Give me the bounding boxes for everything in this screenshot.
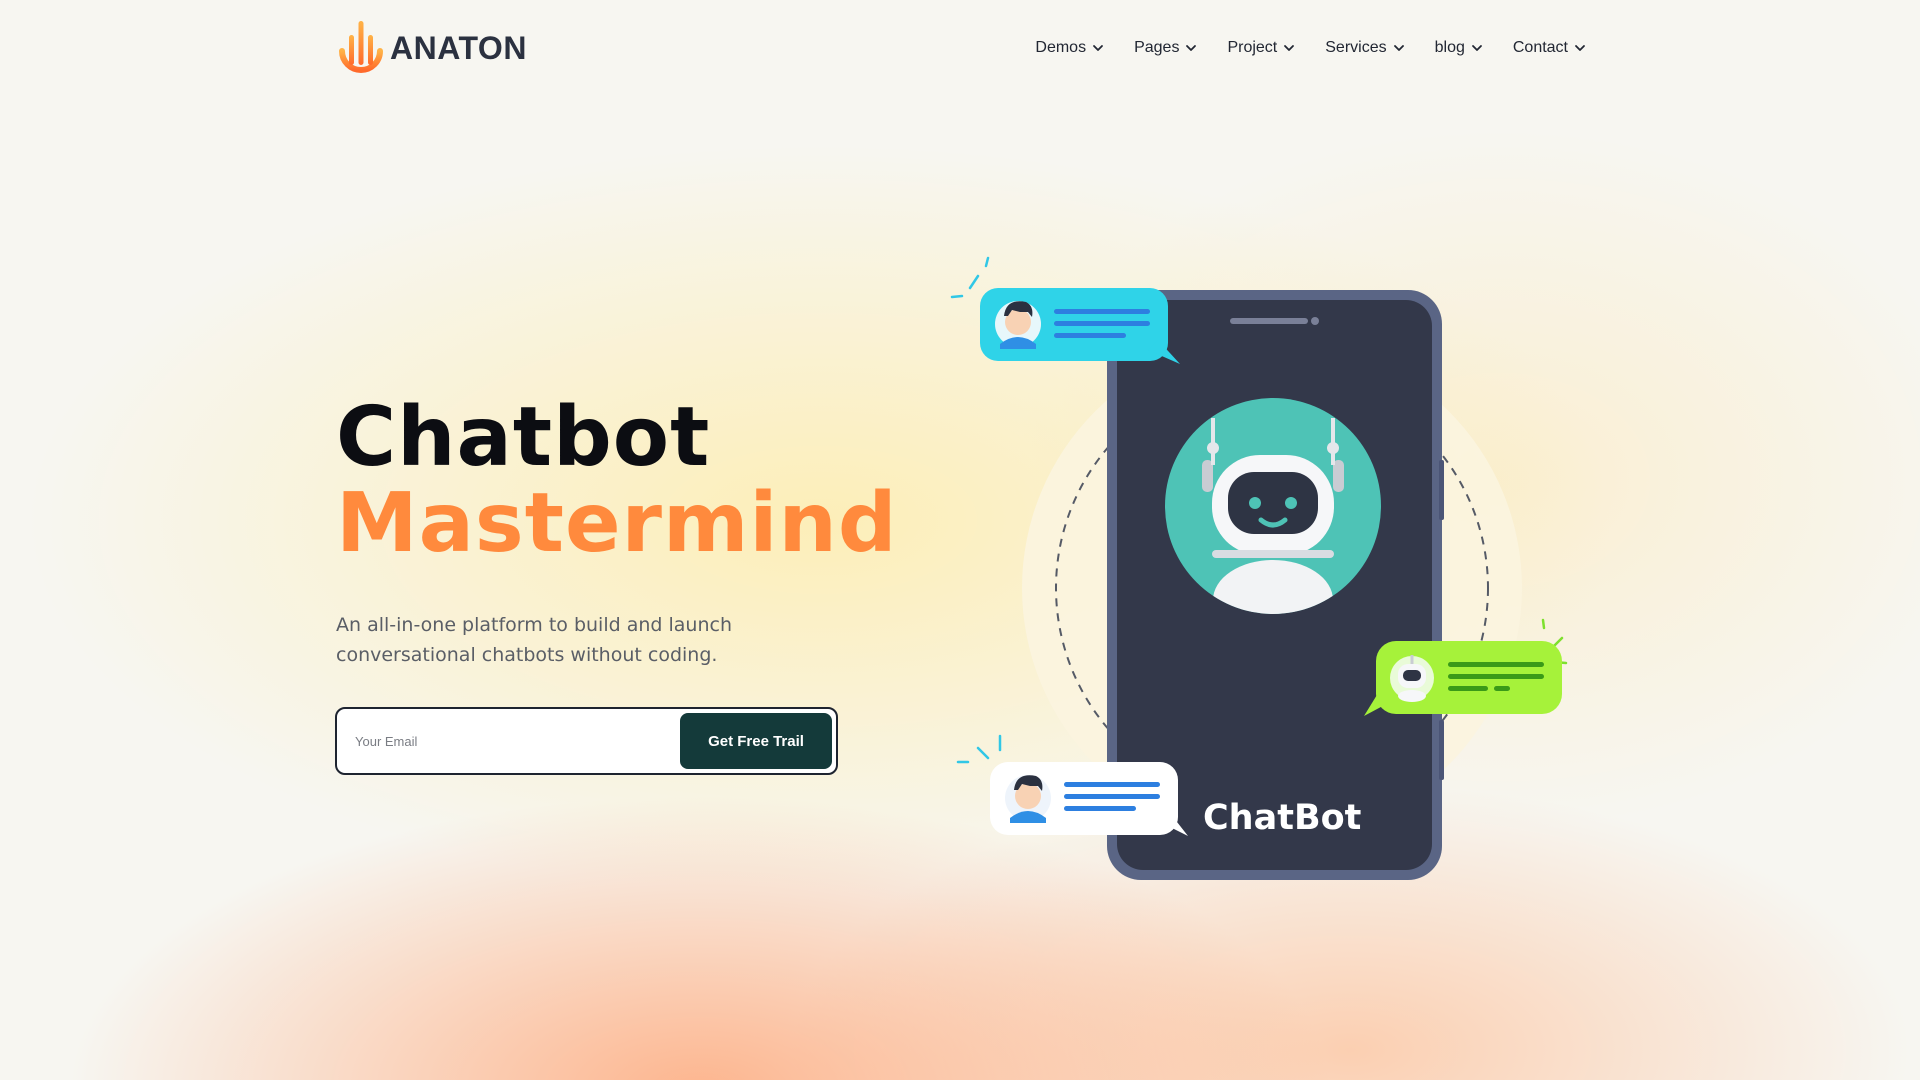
logo-text: ANATON: [390, 29, 527, 66]
logo-icon: [339, 21, 383, 73]
chevron-down-icon: [1575, 45, 1585, 51]
nav-item-demos[interactable]: Demos: [1035, 39, 1104, 57]
chevron-down-icon: [1186, 45, 1197, 51]
nav-item-label: Demos: [1035, 39, 1087, 56]
main-nav: Demos Pages Project Services blog Contac…: [1035, 39, 1586, 57]
email-input[interactable]: [355, 733, 680, 749]
get-free-trial-button[interactable]: Get Free Trail: [680, 713, 832, 769]
chatbot-illustration: ChatBot: [950, 250, 1600, 900]
nav-item-label: blog: [1434, 39, 1465, 56]
chevron-down-icon: [1393, 45, 1404, 51]
site-header: ANATON Demos Pages Project Services blog…: [336, 16, 1586, 80]
hero-title-line1: Chatbot: [336, 390, 711, 485]
nav-item-label: Contact: [1512, 39, 1568, 56]
nav-item-label: Project: [1227, 39, 1278, 56]
nav-item-label: Services: [1325, 39, 1387, 56]
signup-form: Get Free Trail: [335, 707, 838, 775]
chevron-down-icon: [1093, 45, 1103, 51]
logo[interactable]: ANATON: [336, 17, 527, 79]
user-message-bubble: [950, 256, 1180, 364]
chevron-down-icon: [1284, 45, 1295, 51]
hero-subtitle: An all-in-one platform to build and laun…: [336, 614, 732, 666]
nav-item-pages[interactable]: Pages: [1134, 39, 1197, 57]
nav-item-label: Pages: [1134, 39, 1180, 56]
hero-title: Chatbot Mastermind: [336, 395, 898, 567]
nav-item-blog[interactable]: blog: [1435, 39, 1483, 57]
nav-item-contact[interactable]: Contact: [1513, 39, 1586, 57]
hero-title-line2: Mastermind: [336, 476, 898, 571]
nav-item-project[interactable]: Project: [1227, 39, 1295, 57]
chevron-down-icon: [1471, 45, 1482, 51]
nav-item-services[interactable]: Services: [1325, 39, 1404, 57]
phone-label: ChatBot: [1203, 798, 1362, 838]
